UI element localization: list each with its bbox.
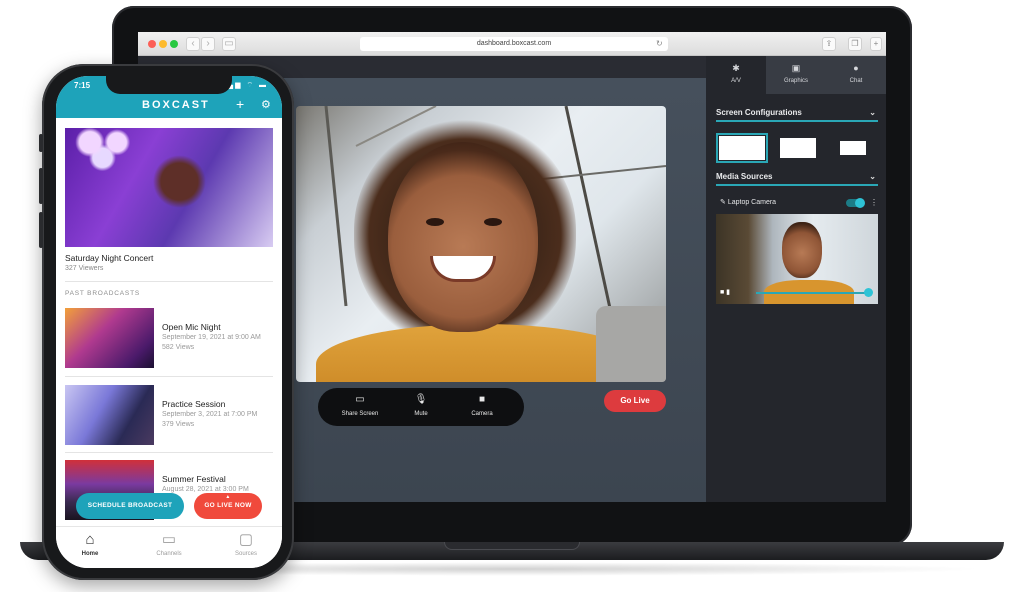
- share-screen-button[interactable]: ▭ Share Screen: [330, 393, 390, 417]
- tv-icon: ▭: [161, 531, 177, 548]
- tab-sources[interactable]: ▢ Sources: [216, 531, 276, 557]
- phone-notch: [106, 76, 232, 94]
- url-bar[interactable]: dashboard.boxcast.com: [360, 37, 668, 51]
- broadcast-date: September 19, 2021 at 9:00 AM: [162, 334, 261, 341]
- broadcast-title: Practice Session: [162, 399, 226, 409]
- browser-toolbar: ‹ › ▭ dashboard.boxcast.com ↻ ⇪ ❐ +: [138, 32, 886, 56]
- back-button[interactable]: ‹: [186, 37, 200, 51]
- broadcast-title: Open Mic Night: [162, 322, 221, 332]
- tab-av[interactable]: ✱ A/V: [706, 56, 766, 94]
- screen-config-small[interactable]: [840, 141, 866, 155]
- source-toggle[interactable]: [846, 198, 865, 208]
- share-button[interactable]: ⇪: [822, 37, 836, 51]
- maximize-window-button[interactable]: [170, 40, 178, 48]
- bottom-tab-bar: ⌂ Home ▭ Channels ▢ Sources: [56, 526, 282, 568]
- tab-channels[interactable]: ▭ Channels: [139, 531, 199, 557]
- schedule-broadcast-button[interactable]: SCHEDULE BROADCAST: [76, 493, 184, 519]
- status-time: 7:15: [74, 81, 91, 90]
- screen-configurations-header[interactable]: Screen Configurations ⌄: [716, 106, 878, 122]
- phone: 7:15 ▂▄▆ ⌔ ▬ BOXCAST + ⚙ Saturday Night …: [39, 64, 294, 580]
- broadcast-views: 379 Views: [162, 421, 195, 428]
- camera-button[interactable]: ■ Camera: [452, 393, 512, 417]
- minimize-window-button[interactable]: [159, 40, 167, 48]
- go-live-now-button[interactable]: ▲ GO LIVE NOW: [194, 493, 262, 519]
- screen-config-medium[interactable]: [780, 138, 816, 158]
- chevron-down-icon: ⌄: [869, 172, 876, 181]
- image-icon: ▣: [791, 63, 801, 73]
- past-broadcasts-label: PAST BROADCASTS: [65, 290, 140, 297]
- gear-icon: ✱: [732, 63, 740, 73]
- close-window-button[interactable]: [148, 40, 156, 48]
- camera-icon: ■: [478, 394, 486, 405]
- broadcast-views: 582 Views: [162, 344, 195, 351]
- home-icon: ⌂: [85, 531, 95, 548]
- broadcast-date: September 3, 2021 at 7:00 PM: [162, 411, 258, 418]
- live-video-preview: [296, 106, 666, 382]
- microphone-icon: 🎙︎: [414, 394, 428, 405]
- volume-slider-track[interactable]: [756, 292, 866, 294]
- broadcast-item[interactable]: Open Mic Night September 19, 2021 at 9:0…: [65, 308, 273, 368]
- divider: [65, 452, 273, 453]
- tab-chat[interactable]: ● Chat: [826, 56, 886, 94]
- volume-slider-handle[interactable]: [864, 288, 873, 297]
- divider: [65, 376, 273, 377]
- caret-up-icon: ▲: [225, 494, 231, 500]
- chevron-down-icon: ⌄: [869, 108, 876, 117]
- broadcast-thumbnail: [65, 308, 154, 368]
- couch: [596, 306, 666, 382]
- source-name: Laptop Camera: [727, 199, 777, 206]
- laptop-camera-preview: ■ ▮: [716, 214, 878, 304]
- camera-mic-icons: ■ ▮: [720, 289, 731, 296]
- new-tab-button[interactable]: +: [870, 37, 882, 51]
- phone-screen: 7:15 ▂▄▆ ⌔ ▬ BOXCAST + ⚙ Saturday Night …: [56, 76, 282, 568]
- monitor-icon: ▭: [355, 394, 365, 405]
- broadcast-item[interactable]: Practice Session September 3, 2021 at 7:…: [65, 385, 273, 445]
- stream-controls: ▭ Share Screen 🎙︎ Mute ■ Camera: [318, 388, 524, 426]
- featured-viewers: 327 Viewers: [65, 265, 104, 272]
- eye-right: [484, 218, 502, 226]
- add-icon[interactable]: +: [236, 96, 244, 112]
- eye-left: [426, 218, 444, 226]
- phone-volume-up: [39, 168, 43, 204]
- go-live-button[interactable]: Go Live: [604, 390, 666, 412]
- media-source-row: ✎ Laptop Camera ⋮: [720, 196, 878, 210]
- tabs-button[interactable]: ❐: [848, 37, 862, 51]
- mute-button[interactable]: 🎙︎ Mute: [391, 393, 451, 417]
- more-options-icon[interactable]: ⋮: [870, 196, 878, 210]
- divider: [65, 281, 273, 282]
- broadcast-thumbnail: [65, 385, 154, 445]
- video-camera-icon: ▢: [238, 531, 254, 548]
- side-panel-tabs: ✱ A/V ▣ Graphics ● Chat: [706, 56, 886, 94]
- pencil-icon[interactable]: ✎: [720, 199, 726, 206]
- tab-graphics[interactable]: ▣ Graphics: [766, 56, 826, 94]
- brand-logo: BOXCAST: [142, 99, 210, 111]
- sidebar-toggle-button[interactable]: ▭: [222, 37, 236, 51]
- phone-silent-switch: [39, 134, 43, 152]
- featured-title[interactable]: Saturday Night Concert: [65, 253, 153, 263]
- side-panel: ✱ A/V ▣ Graphics ● Chat Screen Configura…: [706, 56, 886, 502]
- gear-icon[interactable]: ⚙: [261, 98, 271, 111]
- featured-broadcast-image[interactable]: [65, 128, 273, 247]
- tab-home[interactable]: ⌂ Home: [60, 531, 120, 557]
- reload-icon[interactable]: ↻: [656, 37, 663, 51]
- forward-button[interactable]: ›: [201, 37, 215, 51]
- chat-icon: ●: [853, 63, 859, 73]
- person-face: [388, 142, 538, 332]
- broadcast-title: Summer Festival: [162, 474, 226, 484]
- media-sources-header[interactable]: Media Sources ⌄: [716, 170, 878, 186]
- phone-volume-down: [39, 212, 43, 248]
- laptop-opening-notch: [444, 542, 580, 550]
- screen-config-full[interactable]: [716, 133, 768, 163]
- thumb-face: [782, 222, 822, 278]
